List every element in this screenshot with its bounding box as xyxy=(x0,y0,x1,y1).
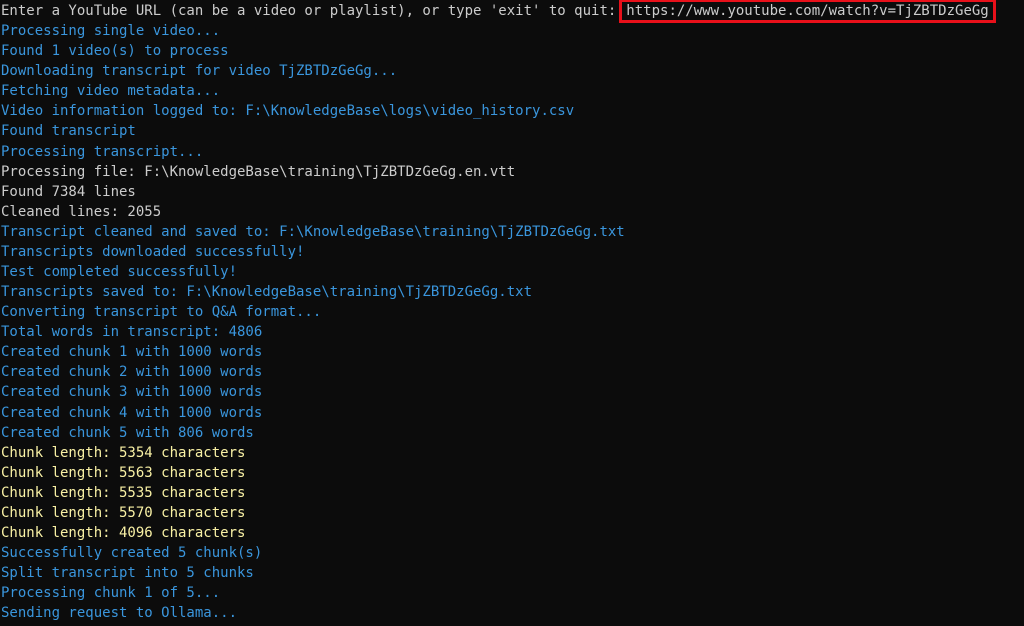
terminal-output: Processing single video... Found 1 video(… xyxy=(0,21,1024,623)
output-line: Fetching video metadata... xyxy=(1,83,221,100)
output-line: Processing single video... xyxy=(1,23,221,40)
output-line: Created chunk 4 with 1000 words xyxy=(1,404,263,421)
output-line: Processing transcript... xyxy=(1,143,204,160)
prompt-line: Enter a YouTube URL (can be a video or p… xyxy=(0,0,1024,23)
output-line: Transcripts saved to: F:\KnowledgeBase\t… xyxy=(1,284,533,301)
output-line: Created chunk 1 with 1000 words xyxy=(1,344,263,361)
output-line: Created chunk 2 with 1000 words xyxy=(1,364,263,381)
output-line: Video information logged to: F:\Knowledg… xyxy=(1,103,575,120)
output-line: Found 7384 lines xyxy=(1,183,136,200)
output-line: Successfully created 5 chunk(s) xyxy=(1,545,263,562)
output-line: Created chunk 3 with 1000 words xyxy=(1,384,263,401)
output-line: Chunk length: 5570 characters xyxy=(1,504,246,521)
terminal-window[interactable]: Enter a YouTube URL (can be a video or p… xyxy=(0,0,1024,626)
output-line: Chunk length: 5535 characters xyxy=(1,484,246,501)
output-line: Cleaned lines: 2055 xyxy=(1,203,162,220)
output-line: Total words in transcript: 4806 xyxy=(1,324,263,341)
output-line: Test completed successfully! xyxy=(1,264,238,281)
output-line: Found 1 video(s) to process xyxy=(1,43,229,60)
output-line: Split transcript into 5 chunks xyxy=(1,565,254,582)
output-line: Downloading transcript for video TjZBTDz… xyxy=(1,63,398,80)
output-line: Sending request to Ollama... xyxy=(1,605,238,622)
output-line: Created chunk 5 with 806 words xyxy=(1,424,254,441)
output-line: Chunk length: 4096 characters xyxy=(1,525,246,542)
output-line: Found transcript xyxy=(1,123,136,140)
output-line: Processing chunk 1 of 5... xyxy=(1,585,221,602)
url-input[interactable]: https://www.youtube.com/watch?v=TjZBTDzG… xyxy=(619,0,996,23)
output-line: Processing file: F:\KnowledgeBase\traini… xyxy=(1,163,516,180)
output-line: Transcript cleaned and saved to: F:\Know… xyxy=(1,223,625,240)
output-line: Converting transcript to Q&A format... xyxy=(1,304,322,321)
prompt-text: Enter a YouTube URL (can be a video or p… xyxy=(1,3,617,19)
output-line: Chunk length: 5563 characters xyxy=(1,464,246,481)
output-line: Chunk length: 5354 characters xyxy=(1,444,246,461)
output-line: Transcripts downloaded successfully! xyxy=(1,243,305,260)
